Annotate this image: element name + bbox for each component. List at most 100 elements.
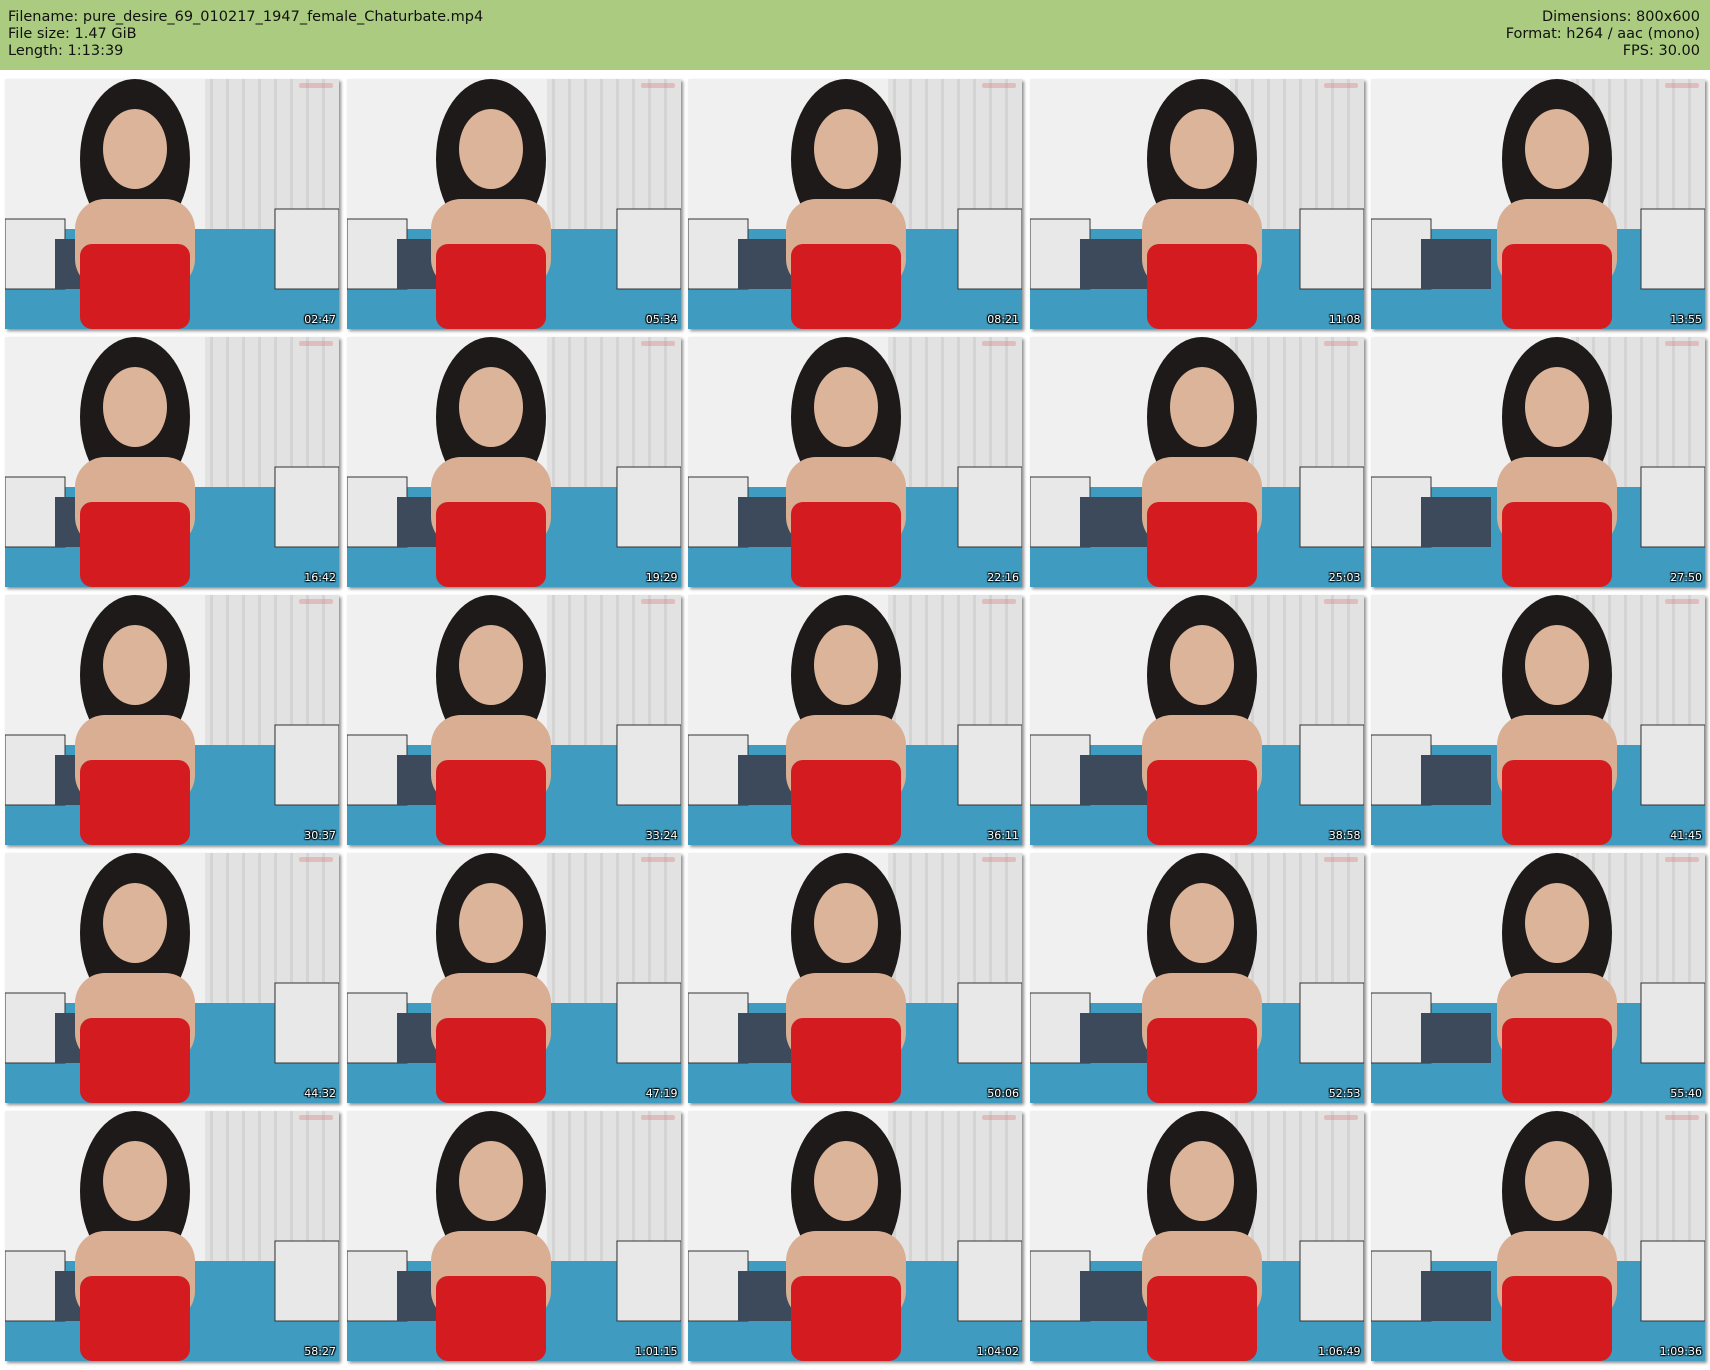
frame-image <box>346 595 681 845</box>
filesize-line: File size: 1.47 GiB <box>8 26 137 42</box>
thumbnail: 33:24 <box>346 595 681 845</box>
frame-image <box>1029 853 1364 1103</box>
thumbnail-timestamp: 11:08 <box>1328 313 1361 326</box>
length-line: Length: 1:13:39 <box>8 43 124 59</box>
watermark-mark <box>640 83 675 88</box>
frame-image <box>1371 337 1705 587</box>
thumbnail: 16:42 <box>5 337 339 587</box>
thumbnail-timestamp: 1:09:36 <box>1659 1345 1702 1358</box>
frame-image <box>688 853 1022 1103</box>
thumbnail: 30:37 <box>5 595 339 845</box>
thumbnail-grid: 02:47 05:34 08:21 11:08 13:55 16:42 19:29 22:16… <box>5 79 1705 1361</box>
thumbnail-timestamp: 47:19 <box>645 1087 678 1100</box>
watermark-mark <box>1665 341 1699 346</box>
thumbnail: 50:06 <box>688 853 1022 1103</box>
watermark-mark <box>299 341 333 346</box>
watermark-mark <box>299 83 333 88</box>
thumbnail: 44:32 <box>5 853 339 1103</box>
thumbnail: 27:50 <box>1371 337 1705 587</box>
watermark-mark <box>299 1115 333 1120</box>
thumbnail-timestamp: 58:27 <box>304 1345 336 1358</box>
watermark-mark <box>1323 857 1358 862</box>
thumbnail: 25:03 <box>1029 337 1364 587</box>
thumbnail-timestamp: 1:01:15 <box>635 1345 678 1358</box>
thumbnail-timestamp: 08:21 <box>987 313 1019 326</box>
thumbnail-timestamp: 16:42 <box>304 571 336 584</box>
thumbnail: 1:04:02 <box>688 1111 1022 1361</box>
watermark-mark <box>1323 341 1358 346</box>
thumbnail-timestamp: 05:34 <box>645 313 678 326</box>
watermark-mark <box>299 599 333 604</box>
thumbnail-timestamp: 52:53 <box>1328 1087 1361 1100</box>
thumbnail: 22:16 <box>688 337 1022 587</box>
watermark-mark <box>982 599 1016 604</box>
thumbnail-timestamp: 41:45 <box>1670 829 1702 842</box>
watermark-mark <box>640 857 675 862</box>
thumbnail: 1:01:15 <box>346 1111 681 1361</box>
watermark-mark <box>982 1115 1016 1120</box>
watermark-mark <box>640 1115 675 1120</box>
format-line: Format: h264 / aac (mono) <box>1505 26 1700 42</box>
frame-image <box>346 1111 681 1361</box>
thumbnail-timestamp: 50:06 <box>987 1087 1019 1100</box>
thumbnail: 11:08 <box>1029 79 1364 329</box>
thumbnail: 1:09:36 <box>1371 1111 1705 1361</box>
frame-image <box>1029 595 1364 845</box>
frame-image <box>1029 337 1364 587</box>
watermark-mark <box>1665 857 1699 862</box>
frame-image <box>1029 1111 1364 1361</box>
thumbnail: 13:55 <box>1371 79 1705 329</box>
frame-image <box>5 1111 339 1361</box>
thumbnail-timestamp: 1:04:02 <box>976 1345 1019 1358</box>
thumbnail: 05:34 <box>346 79 681 329</box>
frame-image <box>1371 853 1705 1103</box>
watermark-mark <box>1665 1115 1699 1120</box>
frame-image <box>346 853 681 1103</box>
thumbnail: 19:29 <box>346 337 681 587</box>
thumbnail: 08:21 <box>688 79 1022 329</box>
thumbnail-timestamp: 38:58 <box>1328 829 1361 842</box>
thumbnail-timestamp: 02:47 <box>304 313 336 326</box>
frame-image <box>346 79 681 329</box>
frame-image <box>1371 79 1705 329</box>
watermark-mark <box>982 341 1016 346</box>
watermark-mark <box>1665 83 1699 88</box>
thumbnail: 36:11 <box>688 595 1022 845</box>
frame-image <box>5 337 339 587</box>
frame-image <box>1371 1111 1705 1361</box>
watermark-mark <box>982 857 1016 862</box>
watermark-mark <box>1665 599 1699 604</box>
video-info: Dimensions: 800x600 Format: h264 / aac (… <box>1506 9 1700 60</box>
thumbnail: 38:58 <box>1029 595 1364 845</box>
thumbnail-timestamp: 55:40 <box>1670 1087 1702 1100</box>
frame-image <box>1029 79 1364 329</box>
thumbnail-timestamp: 30:37 <box>304 829 336 842</box>
frame-image <box>688 595 1022 845</box>
thumbnail-timestamp: 44:32 <box>304 1087 336 1100</box>
thumbnail: 55:40 <box>1371 853 1705 1103</box>
frame-image <box>5 595 339 845</box>
thumbnail-timestamp: 27:50 <box>1670 571 1702 584</box>
watermark-mark <box>1323 1115 1358 1120</box>
thumbnail-timestamp: 33:24 <box>645 829 678 842</box>
thumbnail-timestamp: 22:16 <box>987 571 1019 584</box>
watermark-mark <box>640 341 675 346</box>
thumbnail: 02:47 <box>5 79 339 329</box>
thumbnail: 1:06:49 <box>1029 1111 1364 1361</box>
frame-image <box>5 79 339 329</box>
thumbnail-timestamp: 36:11 <box>987 829 1019 842</box>
thumbnail-timestamp: 13:55 <box>1670 313 1702 326</box>
watermark-mark <box>1323 83 1358 88</box>
frame-image <box>688 337 1022 587</box>
watermark-mark <box>640 599 675 604</box>
thumbnail: 52:53 <box>1029 853 1364 1103</box>
watermark-mark <box>1323 599 1358 604</box>
file-info: Filename: pure_desire_69_010217_1947_fem… <box>8 9 483 60</box>
thumbnail-timestamp: 25:03 <box>1328 571 1361 584</box>
frame-image <box>5 853 339 1103</box>
thumbnail: 58:27 <box>5 1111 339 1361</box>
watermark-mark <box>299 857 333 862</box>
filename-line: Filename: pure_desire_69_010217_1947_fem… <box>8 9 484 25</box>
thumbnail: 47:19 <box>346 853 681 1103</box>
frame-image <box>688 1111 1022 1361</box>
